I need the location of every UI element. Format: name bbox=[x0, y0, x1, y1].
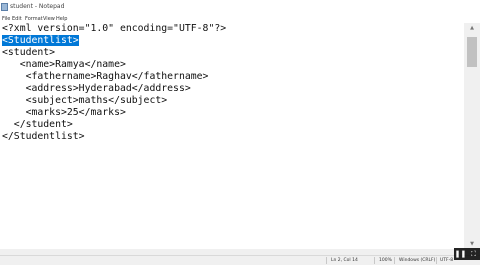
status-separator bbox=[436, 257, 437, 264]
editor-line-4: <name>Ramya</name> bbox=[2, 59, 126, 70]
scroll-up-icon[interactable]: ▲ bbox=[464, 23, 480, 33]
editor-line-2: <Studentlist> bbox=[2, 35, 79, 47]
title-bar: student - Notepad bbox=[0, 0, 480, 15]
vertical-scrollbar[interactable]: ▲ ▼ bbox=[464, 23, 480, 249]
file-encoding: UTF-8 bbox=[440, 258, 454, 263]
pause-icon[interactable]: ❚❚ bbox=[454, 248, 467, 260]
menu-format[interactable]: Format bbox=[25, 15, 43, 23]
editor-line-9: </student> bbox=[2, 119, 73, 130]
editor-line-6: <address>Hyderabad</address> bbox=[2, 83, 191, 94]
status-bar: Ln 2, Col 14 100% Windows (CRLF) UTF-8 bbox=[0, 255, 480, 265]
status-separator bbox=[326, 257, 327, 264]
menu-view[interactable]: View bbox=[43, 15, 55, 23]
text-selection: <Studentlist> bbox=[2, 35, 79, 46]
notepad-window: student - Notepad File Edit Format View … bbox=[0, 0, 480, 270]
text-editor[interactable]: <?xml version="1.0" encoding="UTF-8"?> <… bbox=[0, 23, 464, 249]
window-title: student - Notepad bbox=[10, 3, 65, 10]
zoom-level: 100% bbox=[379, 258, 392, 263]
menu-file[interactable]: File bbox=[2, 15, 10, 23]
editor-line-8: <marks>25</marks> bbox=[2, 107, 126, 118]
menu-bar: File Edit Format View Help bbox=[0, 15, 480, 23]
menu-help[interactable]: Help bbox=[56, 15, 67, 23]
status-separator bbox=[374, 257, 375, 264]
editor-line-5: <fathername>Raghav</fathername> bbox=[2, 71, 209, 82]
scroll-thumb[interactable] bbox=[467, 37, 477, 67]
editor-line-3: <student> bbox=[2, 47, 56, 58]
editor-line-7: <subject>maths</subject> bbox=[2, 95, 168, 106]
video-controls: ❚❚ ⛶ bbox=[454, 248, 480, 260]
fullscreen-icon[interactable]: ⛶ bbox=[467, 248, 480, 260]
editor-line-10: </Studentlist> bbox=[2, 131, 85, 142]
editor-line-1: <?xml version="1.0" encoding="UTF-8"?> bbox=[2, 23, 227, 34]
menu-edit[interactable]: Edit bbox=[12, 15, 22, 23]
notepad-icon bbox=[1, 3, 8, 11]
cursor-position: Ln 2, Col 14 bbox=[331, 258, 358, 263]
status-separator bbox=[394, 257, 395, 264]
line-ending: Windows (CRLF) bbox=[399, 258, 436, 263]
